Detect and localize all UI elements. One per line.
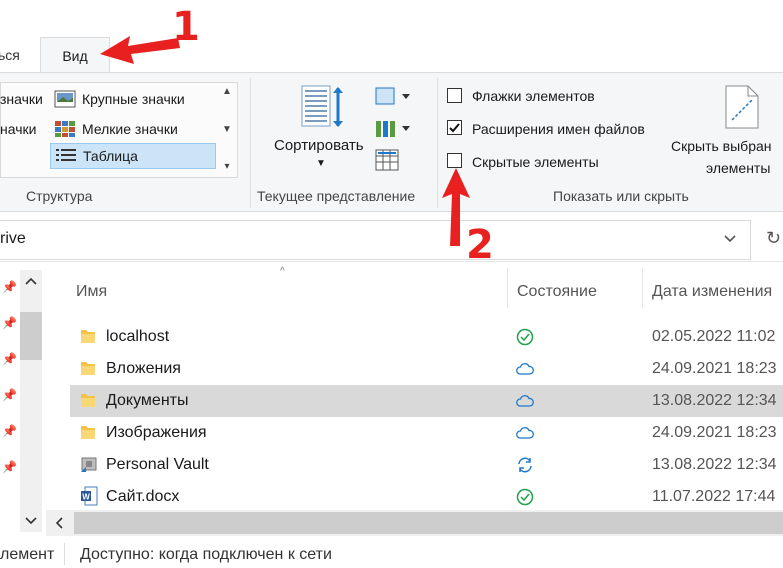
- hide-selected-label-line2[interactable]: элементы: [706, 160, 770, 176]
- column-separator[interactable]: [642, 268, 643, 308]
- file-name[interactable]: Сайт.docx: [106, 488, 179, 506]
- hide-selected-button[interactable]: [722, 84, 762, 130]
- layout-gallery-scroll[interactable]: ▲ ▼ ▾: [218, 86, 236, 172]
- layout-item-small-icons-partial[interactable]: начки: [0, 116, 36, 142]
- nav-scrollbar-thumb[interactable]: [20, 312, 42, 360]
- file-extensions-label[interactable]: Расширения имен файлов: [472, 121, 645, 137]
- nav-scroll-down-icon[interactable]: [24, 516, 38, 529]
- gallery-up-icon[interactable]: ▲: [222, 86, 232, 97]
- pin-icon: 📌: [2, 316, 17, 330]
- file-date: 24.09.2021 18:23: [652, 360, 777, 377]
- refresh-icon[interactable]: ↻: [766, 228, 781, 249]
- file-name[interactable]: Изображения: [106, 424, 207, 442]
- nav-scrollbar[interactable]: [20, 270, 42, 532]
- add-columns-icon: [376, 121, 410, 137]
- add-columns-button[interactable]: [374, 117, 412, 139]
- file-extensions-checkbox[interactable]: [447, 120, 462, 135]
- column-header-date[interactable]: Дата изменения: [652, 283, 772, 301]
- status-separator: [64, 543, 65, 565]
- layout-item-small-icons[interactable]: Мелкие значки: [54, 116, 178, 142]
- file-name[interactable]: Вложения: [106, 360, 181, 378]
- ribbon-separator: [250, 78, 251, 208]
- group-by-button[interactable]: [374, 86, 412, 106]
- sort-by-label[interactable]: Сортировать: [274, 137, 364, 154]
- pin-icon: 📌: [2, 424, 17, 438]
- cloud-icon: [516, 363, 534, 375]
- cloud-icon: [516, 395, 534, 407]
- gallery-more-icon[interactable]: ▾: [224, 161, 229, 172]
- pin-icon: 📌: [2, 352, 17, 366]
- folder-icon: [81, 426, 95, 439]
- tab-view-label: Вид: [62, 47, 88, 64]
- file-name[interactable]: Personal Vault: [106, 456, 209, 474]
- syncing-icon: [518, 457, 532, 473]
- details-view-icon: [56, 149, 76, 161]
- file-name[interactable]: localhost: [106, 328, 169, 346]
- small-icons-icon: [55, 121, 75, 137]
- annotation-number-2: 2: [466, 222, 494, 268]
- ribbon-separator: [437, 78, 438, 208]
- scroll-left-icon[interactable]: [54, 516, 64, 534]
- size-columns-button[interactable]: [374, 148, 400, 172]
- sort-icon: [301, 85, 343, 127]
- svg-text:W: W: [82, 493, 90, 502]
- address-bar[interactable]: [0, 220, 751, 260]
- pin-icon: 📌: [2, 388, 17, 402]
- file-date: 24.09.2021 18:23: [652, 424, 777, 441]
- layout-item-label: Крупные значки: [82, 91, 185, 107]
- size-columns-icon: [375, 149, 399, 171]
- layout-item-label: Таблица: [83, 148, 138, 164]
- gallery-down-icon[interactable]: ▼: [222, 124, 232, 135]
- synced-check-icon: [516, 488, 534, 506]
- pin-icon: 📌: [2, 280, 17, 294]
- hide-selected-label-line1[interactable]: Скрыть выбран: [671, 138, 772, 154]
- layout-item-table[interactable]: Таблица: [50, 143, 216, 169]
- folder-icon: [81, 330, 95, 343]
- folder-icon: [81, 394, 95, 407]
- layout-item-label: Мелкие значки: [82, 121, 178, 137]
- hide-selected-icon: [725, 85, 759, 129]
- word-document-icon: W: [81, 486, 98, 506]
- layout-item-large-icons[interactable]: Крупные значки: [54, 86, 185, 112]
- status-item-count: лемент: [0, 546, 55, 563]
- annotation-arrow-1-icon: [100, 36, 180, 64]
- sort-by-button[interactable]: [298, 84, 348, 130]
- sort-ascending-icon: ^: [280, 266, 285, 277]
- item-checkboxes-label[interactable]: Флажки элементов: [472, 88, 595, 104]
- hidden-items-label[interactable]: Скрытые элементы: [472, 154, 599, 170]
- status-availability: Доступно: когда подключен к сети: [80, 546, 332, 563]
- large-icons-icon: [54, 90, 76, 108]
- group-label-layout: Структура: [26, 188, 93, 204]
- pin-icon: 📌: [2, 460, 17, 474]
- tab-previous[interactable]: ься: [0, 47, 20, 63]
- address-history-chevron-icon[interactable]: [722, 230, 738, 251]
- cloud-icon: [516, 427, 534, 439]
- column-header-status[interactable]: Состояние: [517, 283, 597, 301]
- sort-dropdown-icon[interactable]: ▼: [316, 158, 326, 169]
- annotation-number-1: 1: [172, 4, 200, 50]
- layout-item-label: начки: [0, 121, 37, 137]
- item-checkboxes-checkbox[interactable]: [447, 88, 462, 103]
- personal-vault-icon: [81, 457, 97, 472]
- synced-check-icon: [516, 328, 534, 346]
- folder-icon: [81, 362, 95, 375]
- file-date: 13.08.2022 12:34: [652, 456, 777, 473]
- layout-item-label: значки: [0, 91, 43, 107]
- address-path[interactable]: rive: [0, 230, 26, 248]
- layout-item-large-icons-partial[interactable]: значки: [0, 86, 43, 112]
- group-label-show-hide: Показать или скрыть: [553, 188, 689, 204]
- column-separator[interactable]: [507, 268, 508, 308]
- horizontal-scrollbar-thumb[interactable]: [74, 512, 783, 534]
- group-label-current-view: Текущее представление: [257, 188, 416, 204]
- nav-scroll-up-icon[interactable]: [24, 276, 38, 289]
- checkmark-icon: [449, 123, 460, 133]
- file-date: 11.07.2022 17:44: [652, 488, 776, 505]
- group-by-icon: [375, 87, 410, 105]
- file-date: 13.08.2022 12:34: [652, 392, 777, 409]
- file-date: 02.05.2022 11:02: [652, 328, 776, 345]
- file-name[interactable]: Документы: [106, 392, 188, 410]
- column-header-name[interactable]: Имя: [76, 283, 107, 301]
